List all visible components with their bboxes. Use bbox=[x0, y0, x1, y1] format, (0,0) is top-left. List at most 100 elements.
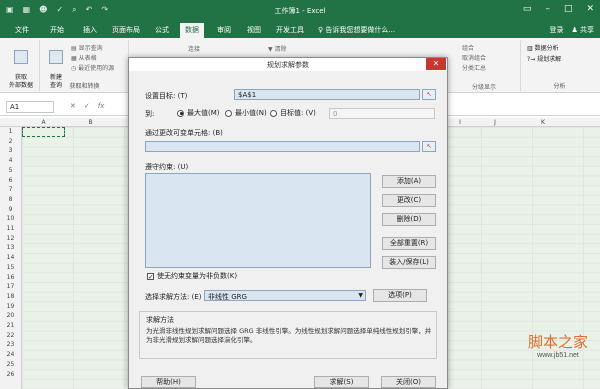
query-icon bbox=[49, 50, 63, 64]
get-external-data-button[interactable]: 获取 外部数据 bbox=[6, 42, 36, 90]
enter-icon[interactable]: ✓ bbox=[84, 102, 90, 110]
tab-review[interactable]: 审阅 bbox=[217, 25, 231, 35]
radio-indicator bbox=[225, 109, 232, 117]
radio-value[interactable]: 目标值: (V) bbox=[270, 108, 316, 118]
method-description-box: 求解方法 为光滑非线性规划求解问题选择 GRG 非线性引擎。为线性规划求解问题选… bbox=[139, 311, 437, 359]
solve-button[interactable]: 求解(S) bbox=[314, 376, 369, 388]
tab-developer[interactable]: 开发工具 bbox=[276, 25, 304, 35]
change-button[interactable]: 更改(C) bbox=[382, 194, 436, 207]
row-header[interactable]: 17 bbox=[0, 283, 21, 290]
subtotal-button[interactable]: 分类汇总 bbox=[462, 63, 486, 72]
person-icon: ♟ bbox=[571, 26, 578, 34]
connections-button[interactable]: 连接 bbox=[188, 44, 200, 53]
list-icon: ▤ bbox=[71, 45, 77, 52]
name-box[interactable]: A1 bbox=[6, 101, 54, 113]
ribbon-options-icon[interactable]: ▭ bbox=[523, 4, 532, 14]
column-header[interactable]: J bbox=[485, 119, 505, 126]
group-analysis-label: 分析 bbox=[553, 83, 566, 90]
row-header[interactable]: 25 bbox=[0, 361, 21, 368]
row-header[interactable]: 19 bbox=[0, 303, 21, 310]
row-header[interactable]: 7 bbox=[0, 186, 21, 193]
objective-ref-button[interactable]: ↖ bbox=[422, 89, 436, 100]
chevron-down-icon: ▼ bbox=[358, 292, 363, 299]
ribbon-tabs: 文件 开始 插入 页面布局 公式 数据 审阅 视图 开发工具 ♀ 告诉我您想要做… bbox=[0, 22, 600, 38]
share-button[interactable]: ♟ 共享 bbox=[571, 25, 594, 35]
changing-cells-field[interactable] bbox=[145, 141, 420, 152]
row-header[interactable]: 1 bbox=[0, 128, 21, 135]
row-header[interactable]: 26 bbox=[0, 371, 21, 378]
row-header[interactable]: 21 bbox=[0, 322, 21, 329]
row-header[interactable]: 24 bbox=[0, 351, 21, 358]
row-header[interactable]: 22 bbox=[0, 332, 21, 339]
solver-button[interactable]: ?→ 规划求解 bbox=[527, 54, 561, 63]
data-analysis-button[interactable]: ▥ 数据分析 bbox=[527, 43, 559, 52]
tab-data[interactable]: 数据 bbox=[180, 23, 204, 38]
cancel-icon[interactable]: ✕ bbox=[70, 102, 76, 110]
show-queries-button[interactable]: ▤ 显示查询 bbox=[71, 43, 103, 52]
column-header[interactable]: I bbox=[450, 119, 470, 126]
maximize-icon[interactable]: □ bbox=[564, 4, 573, 14]
range-select-icon: ↖ bbox=[426, 91, 432, 98]
row-header[interactable]: 6 bbox=[0, 177, 21, 184]
row-header[interactable]: 16 bbox=[0, 274, 21, 281]
row-header[interactable]: 11 bbox=[0, 225, 21, 232]
row-header[interactable]: 12 bbox=[0, 235, 21, 242]
add-button[interactable]: 添加(A) bbox=[382, 175, 436, 188]
close-icon[interactable]: ✕ bbox=[586, 4, 594, 14]
changing-cells-ref-button[interactable]: ↖ bbox=[422, 141, 436, 152]
target-value-field[interactable]: 0 bbox=[329, 108, 435, 119]
dialog-close-button[interactable]: ✕ bbox=[426, 58, 446, 70]
delete-button[interactable]: 删除(D) bbox=[382, 213, 436, 226]
watermark-url: www.jb51.net bbox=[537, 352, 579, 359]
login-link[interactable]: 登录 bbox=[549, 25, 563, 35]
fx-icon[interactable]: fx bbox=[98, 102, 105, 110]
row-header[interactable]: 9 bbox=[0, 206, 21, 213]
reset-all-button[interactable]: 全部重置(R) bbox=[382, 237, 436, 250]
group-get-transform: 新建 查询 ▤ 显示查询 ▦ 从表格 ◷ 最近使用的源 获取和转换 bbox=[41, 40, 129, 91]
options-button[interactable]: 选项(P) bbox=[373, 289, 427, 302]
group-button[interactable]: 组合 bbox=[462, 43, 474, 52]
column-header[interactable]: A bbox=[22, 119, 65, 126]
method-select[interactable]: 非线性 GRG ▼ bbox=[204, 290, 366, 301]
group-get-external: 获取 外部数据 bbox=[2, 40, 40, 91]
constraints-list[interactable] bbox=[145, 173, 371, 268]
ungroup-button[interactable]: 取消组合 bbox=[462, 53, 486, 62]
help-button[interactable]: 帮助(H) bbox=[141, 376, 196, 388]
tab-view[interactable]: 视图 bbox=[247, 25, 261, 35]
row-header[interactable]: 23 bbox=[0, 341, 21, 348]
objective-label: 设置目标: (T) bbox=[145, 92, 188, 100]
tab-home[interactable]: 开始 bbox=[50, 25, 64, 35]
row-header[interactable]: 18 bbox=[0, 293, 21, 300]
nonneg-checkbox[interactable]: ✓ 使无约束变量为非负数(K) bbox=[147, 271, 237, 281]
selected-cell[interactable] bbox=[22, 127, 65, 137]
tab-formulas[interactable]: 公式 bbox=[155, 25, 169, 35]
tab-file[interactable]: 文件 bbox=[15, 25, 29, 35]
tab-insert[interactable]: 插入 bbox=[83, 25, 97, 35]
from-table-button[interactable]: ▦ 从表格 bbox=[71, 53, 97, 62]
tab-page-layout[interactable]: 页面布局 bbox=[112, 25, 140, 35]
chart-icon: ▥ bbox=[527, 45, 533, 52]
group-label: 获取和转换 bbox=[69, 83, 100, 90]
objective-field[interactable]: $A$1 bbox=[234, 89, 420, 100]
row-header[interactable]: 20 bbox=[0, 312, 21, 319]
clear-filter-button[interactable]: ▼ 清除 bbox=[268, 44, 287, 53]
row-header[interactable]: 13 bbox=[0, 244, 21, 251]
column-header[interactable]: K bbox=[533, 119, 553, 126]
row-header[interactable]: 4 bbox=[0, 157, 21, 164]
radio-min[interactable]: 最小值(N) bbox=[225, 108, 267, 118]
row-header[interactable]: 15 bbox=[0, 264, 21, 271]
tell-me-search[interactable]: ♀ 告诉我您想要做什么... bbox=[318, 25, 395, 35]
close-button[interactable]: 关闭(O) bbox=[381, 376, 436, 388]
row-header[interactable]: 3 bbox=[0, 147, 21, 154]
row-header[interactable]: 14 bbox=[0, 254, 21, 261]
row-header[interactable]: 2 bbox=[0, 138, 21, 145]
load-save-button[interactable]: 装入/保存(L) bbox=[382, 256, 436, 269]
column-header[interactable]: B bbox=[65, 119, 116, 126]
radio-max[interactable]: 最大值(M) bbox=[177, 108, 220, 118]
row-header[interactable]: 8 bbox=[0, 196, 21, 203]
minimize-icon[interactable]: – bbox=[545, 4, 550, 14]
lightbulb-icon: ♀ bbox=[318, 26, 324, 34]
row-header[interactable]: 5 bbox=[0, 167, 21, 174]
recent-sources-button[interactable]: ◷ 最近使用的源 bbox=[71, 63, 114, 72]
row-header[interactable]: 10 bbox=[0, 215, 21, 222]
